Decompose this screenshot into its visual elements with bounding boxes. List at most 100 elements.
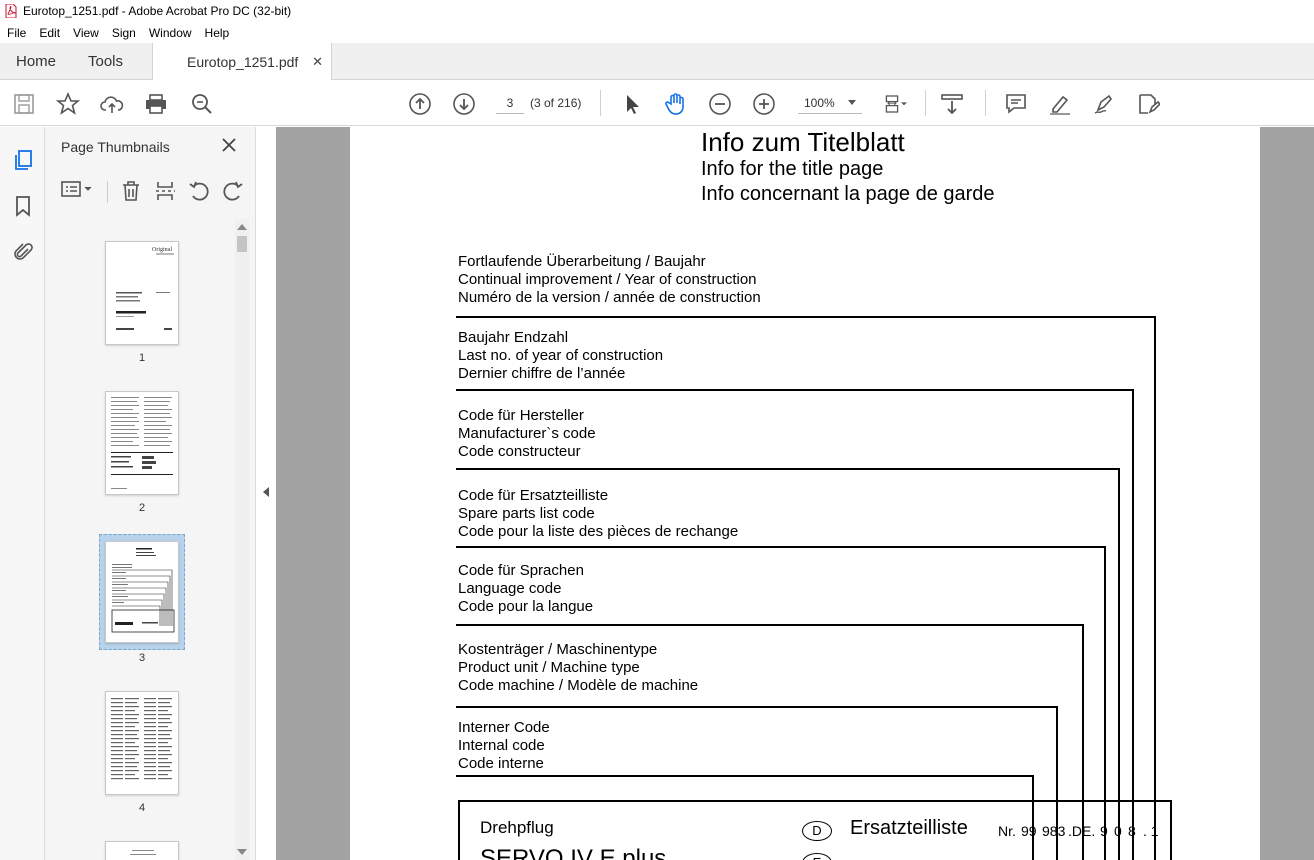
acrobat-window: Eurotop_1251.pdf - Adobe Acrobat Pro DC … xyxy=(0,0,1314,860)
page-thumbnails-panel: Page Thumbnails Original 1 2 3 4 xyxy=(45,127,256,860)
thumbnail-page-2[interactable] xyxy=(105,391,179,495)
info-text-en: Spare parts list code xyxy=(458,505,595,522)
zoom-out-icon[interactable] xyxy=(708,92,732,116)
highlight-pen-icon[interactable] xyxy=(1048,92,1072,116)
scroll-down-icon[interactable] xyxy=(237,849,247,855)
scroll-up-icon[interactable] xyxy=(237,224,247,230)
menu-help[interactable]: Help xyxy=(198,26,236,40)
menu-sign[interactable]: Sign xyxy=(105,26,142,40)
tab-home[interactable]: Home xyxy=(16,43,56,80)
leader-line xyxy=(456,468,1120,470)
info-text-en: Product unit / Machine type xyxy=(458,659,640,676)
toolbar-divider xyxy=(107,181,108,203)
scroll-mode-icon[interactable] xyxy=(940,92,964,116)
info-text-en: Last no. of year of construction xyxy=(458,347,664,364)
info-block-revision: Fortlaufende Überarbeitung / Baujahr Con… xyxy=(458,253,761,307)
zoom-value: 100% xyxy=(804,96,835,110)
zoom-in-icon[interactable] xyxy=(752,92,776,116)
thumbnail-page-5[interactable] xyxy=(105,841,179,860)
info-text-de: Baujahr Endzahl xyxy=(458,329,569,346)
number-part-internal: 99 xyxy=(1021,823,1037,839)
number-part-machine: 983 xyxy=(1042,823,1066,839)
number-part-manufacturer: 0 xyxy=(1114,823,1122,839)
thumbnail-options-icon[interactable] xyxy=(59,177,95,201)
pdf-app-icon xyxy=(5,4,17,18)
thumbnail-label: 4 xyxy=(138,802,146,814)
leader-line xyxy=(1154,316,1156,860)
thumbnail-page-3[interactable] xyxy=(105,541,179,643)
thumbnail-scrollbar[interactable] xyxy=(235,219,249,860)
close-panel-icon[interactable] xyxy=(221,137,237,153)
tab-bar: Home Tools Eurotop_1251.pdf ✕ xyxy=(0,43,1314,81)
number-part-year: 8 xyxy=(1128,823,1136,839)
window-title: Eurotop_1251.pdf - Adobe Acrobat Pro DC … xyxy=(23,4,292,18)
info-text-fr: Code constructeur xyxy=(458,443,581,460)
info-block-year: Baujahr Endzahl Last no. of year of cons… xyxy=(458,329,663,383)
thumbnail-label: 3 xyxy=(138,652,146,664)
thumbnail-page-4[interactable] xyxy=(105,691,179,795)
hand-tool-icon[interactable] xyxy=(664,92,688,116)
pdf-page: Info zum Titelblatt Info for the title p… xyxy=(350,127,1260,860)
attachments-paperclip-icon[interactable] xyxy=(10,239,36,265)
info-text-fr: Code machine / Modèle de machine xyxy=(458,677,699,694)
page-number-input[interactable] xyxy=(496,92,524,114)
info-text-en: Language code xyxy=(458,580,562,597)
scroll-thumb[interactable] xyxy=(237,236,247,252)
bookmark-star-icon[interactable] xyxy=(56,92,80,116)
upload-cloud-icon[interactable] xyxy=(100,92,124,116)
toolbar-divider xyxy=(925,90,926,116)
comment-icon[interactable] xyxy=(1004,92,1028,116)
tab-tools[interactable]: Tools xyxy=(88,43,123,80)
leader-line xyxy=(456,316,1156,318)
toolbar-divider xyxy=(600,90,601,116)
doc-title-de: Ersatzteilliste xyxy=(850,817,968,839)
svg-text:Original: Original xyxy=(152,247,172,253)
zoom-select[interactable]: 100% xyxy=(798,92,862,114)
menu-file[interactable]: File xyxy=(0,26,32,40)
thumbnail-toolbar xyxy=(45,173,256,207)
leader-line xyxy=(456,775,1034,777)
info-text-de: Kostenträger / Maschinentype xyxy=(458,641,658,658)
tab-document[interactable]: Eurotop_1251.pdf ✕ xyxy=(152,43,332,81)
sign-pen-icon[interactable] xyxy=(1092,92,1116,116)
page-heading-fr: Info concernant la page de garde xyxy=(701,183,995,205)
print-icon[interactable] xyxy=(144,92,168,116)
thumbnail-page-1[interactable]: Original xyxy=(105,241,179,345)
menu-window[interactable]: Window xyxy=(142,26,198,40)
info-block-spare-parts: Code für Ersatzteilliste Spare parts lis… xyxy=(458,487,738,541)
info-block-language: Code für Sprachen Language code Code pou… xyxy=(458,562,593,616)
collapse-panel-icon[interactable] xyxy=(263,487,269,497)
info-text-en: Continual improvement / Year of construc… xyxy=(458,271,757,288)
save-icon[interactable] xyxy=(12,92,36,116)
document-view[interactable]: Info zum Titelblatt Info for the title p… xyxy=(276,127,1314,860)
select-cursor-icon[interactable] xyxy=(620,92,644,116)
next-page-icon[interactable] xyxy=(452,92,476,116)
info-text-fr: Dernier chiffre de l’année xyxy=(458,365,626,382)
bookmarks-icon[interactable] xyxy=(10,193,36,219)
page-fit-icon[interactable] xyxy=(884,92,908,116)
thumbnail-label: 1 xyxy=(138,352,146,364)
rotate-clockwise-icon[interactable] xyxy=(221,179,245,203)
rotate-counterclockwise-icon[interactable] xyxy=(187,179,211,203)
chevron-down-icon xyxy=(848,100,856,105)
page-heading-de: Info zum Titelblatt xyxy=(701,127,905,157)
page-heading-en: Info for the title page xyxy=(701,158,884,180)
thumbnail-list: Original 1 2 3 4 xyxy=(45,219,235,860)
toolbar: (3 of 216) 100% xyxy=(0,80,1314,126)
tab-document-label: Eurotop_1251.pdf xyxy=(187,54,299,70)
menu-view[interactable]: View xyxy=(66,26,105,40)
zoom-search-icon[interactable] xyxy=(190,92,214,116)
page-thumbnails-icon[interactable] xyxy=(10,147,36,173)
delete-trash-icon[interactable] xyxy=(119,179,143,203)
product-name: SERVO IV E plus xyxy=(480,845,667,860)
info-block-internal: Interner Code Internal code Code interne xyxy=(458,719,550,773)
previous-page-icon[interactable] xyxy=(408,92,432,116)
product-type: Drehpflug xyxy=(480,818,554,837)
menu-edit[interactable]: Edit xyxy=(32,26,66,40)
extract-pages-icon[interactable] xyxy=(153,179,177,203)
info-text-de: Interner Code xyxy=(458,719,550,736)
leader-line xyxy=(1132,389,1134,860)
info-text-en: Internal code xyxy=(458,737,545,754)
edit-document-icon[interactable] xyxy=(1136,92,1160,116)
close-tab-icon[interactable]: ✕ xyxy=(312,54,323,70)
